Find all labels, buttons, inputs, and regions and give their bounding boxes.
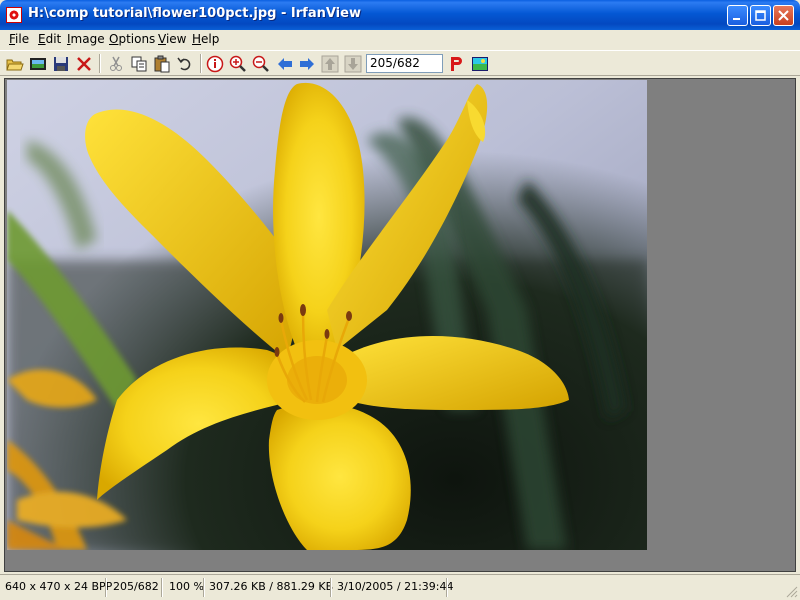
toolbar: 205/682	[0, 50, 800, 76]
image-viewport[interactable]	[4, 78, 796, 572]
zoom-out-icon	[252, 55, 269, 72]
menu-file[interactable]: File	[9, 32, 29, 46]
next-button[interactable]	[297, 54, 317, 74]
window-title: H:\comp tutorial\flower100pct.jpg - Irfa…	[28, 6, 361, 21]
menu-view-mnemonic: V	[158, 32, 166, 46]
info-icon	[206, 55, 224, 73]
delete-button[interactable]	[74, 54, 94, 74]
previous-button[interactable]	[275, 54, 295, 74]
status-datetime: 3/10/2005 / 21:39:44	[337, 580, 454, 593]
delete-icon	[77, 57, 91, 71]
flower-photo	[7, 80, 647, 550]
menu-image[interactable]: Image	[67, 32, 105, 46]
first-icon	[321, 55, 339, 73]
thumbnails-button[interactable]	[470, 54, 490, 74]
copy-button[interactable]	[129, 54, 149, 74]
last-icon	[344, 55, 362, 73]
menu-view-label: iew	[165, 32, 187, 46]
menu-help[interactable]: Help	[192, 32, 219, 46]
paste-button[interactable]	[152, 54, 172, 74]
last-button[interactable]	[343, 54, 363, 74]
status-zoom: 100 %	[169, 580, 204, 593]
next-icon	[300, 58, 314, 70]
menu-bar: File Edit Image Options View Help	[0, 30, 800, 49]
undo-icon	[177, 57, 191, 71]
cut-button[interactable]	[106, 54, 126, 74]
paste-icon	[154, 55, 170, 73]
open-icon	[6, 59, 24, 71]
zoom-out-button[interactable]	[251, 54, 271, 74]
slideshow-icon	[30, 58, 46, 70]
thumbnails-icon	[472, 57, 488, 71]
lily-image	[7, 80, 647, 550]
menu-options[interactable]: Options	[109, 32, 155, 46]
irfanview-app-icon[interactable]	[6, 7, 22, 23]
menu-edit[interactable]: Edit	[38, 32, 61, 46]
save-icon	[54, 57, 68, 71]
status-filesize: 307.26 KB / 881.29 KB	[209, 580, 334, 593]
minimize-button[interactable]	[727, 5, 748, 26]
print-icon	[451, 57, 462, 71]
maximize-button[interactable]	[750, 5, 771, 26]
menu-edit-label: dit	[45, 32, 62, 46]
menu-help-label: elp	[201, 32, 220, 46]
undo-button[interactable]	[175, 54, 195, 74]
menu-view[interactable]: View	[158, 32, 186, 46]
resize-grip-icon[interactable]	[786, 586, 798, 598]
zoom-in-icon	[229, 55, 246, 72]
status-divider	[446, 578, 448, 597]
zoom-in-button[interactable]	[228, 54, 248, 74]
status-divider	[161, 578, 163, 597]
menu-image-label: mage	[70, 32, 105, 46]
info-button[interactable]	[205, 54, 225, 74]
minimize-icon	[733, 18, 740, 20]
image-counter-field[interactable]: 205/682	[366, 54, 443, 73]
status-dimensions: 640 x 470 x 24 BPP	[5, 580, 113, 593]
first-button[interactable]	[320, 54, 340, 74]
toolbar-separator	[99, 54, 101, 73]
save-button[interactable]	[51, 54, 71, 74]
status-divider	[330, 578, 332, 597]
close-icon	[778, 10, 789, 21]
close-button[interactable]	[773, 5, 794, 26]
menu-options-label: ptions	[118, 32, 156, 46]
menu-edit-mnemonic: E	[38, 32, 46, 46]
previous-icon	[278, 58, 292, 70]
status-position: 205/682	[113, 580, 159, 593]
title-bar[interactable]: H:\comp tutorial\flower100pct.jpg - Irfa…	[0, 0, 800, 30]
maximize-icon	[755, 10, 766, 21]
menu-help-mnemonic: H	[192, 32, 202, 46]
toolbar-separator	[200, 54, 202, 73]
menu-file-label: ile	[15, 32, 30, 46]
copy-icon	[131, 56, 147, 72]
open-button[interactable]	[5, 54, 25, 74]
status-bar: 640 x 470 x 24 BPP 205/682 100 % 307.26 …	[0, 574, 800, 600]
slideshow-button[interactable]	[28, 54, 48, 74]
cut-icon	[110, 56, 122, 71]
print-button[interactable]	[446, 54, 466, 74]
status-divider	[203, 578, 205, 597]
status-divider	[105, 578, 107, 597]
